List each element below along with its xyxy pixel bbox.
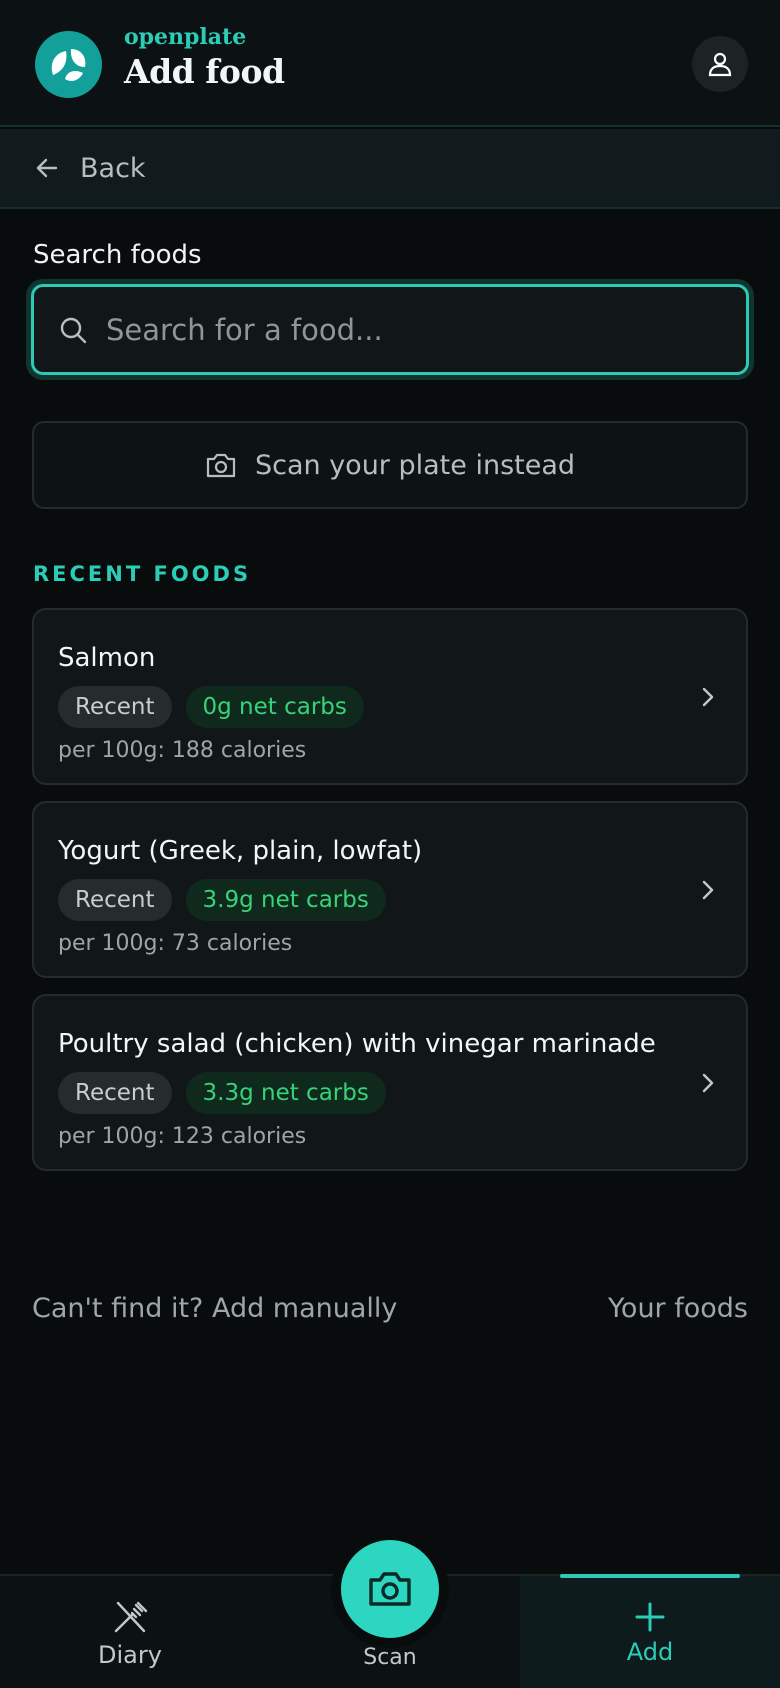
- food-name: Salmon: [58, 643, 156, 673]
- food-item-yogurt[interactable]: Yogurt (Greek, plain, lowfat) Recent 3.9…: [32, 801, 748, 978]
- profile-button[interactable]: [692, 36, 748, 92]
- nav-diary[interactable]: Diary: [0, 1576, 260, 1688]
- food-name: Yogurt (Greek, plain, lowfat): [58, 836, 423, 866]
- food-tags: Recent 3.9g net carbs: [58, 879, 656, 921]
- food-calories: per 100g: 73 calories: [58, 931, 293, 956]
- recent-badge: Recent: [58, 686, 172, 728]
- net-carbs-badge: 3.3g net carbs: [185, 1072, 386, 1114]
- brand-name: openplate: [124, 24, 247, 50]
- food-calories: per 100g: 123 calories: [58, 1124, 307, 1149]
- add-manually-link[interactable]: Can't find it? Add manually: [32, 1293, 397, 1324]
- recent-badge: Recent: [58, 1072, 172, 1114]
- net-carbs-badge: 0g net carbs: [185, 686, 364, 728]
- food-name: Poultry salad (chicken) with vinegar mar…: [58, 1029, 656, 1059]
- search-input[interactable]: [106, 299, 746, 360]
- user-icon: [708, 52, 732, 77]
- nav-add-label: Add: [626, 1638, 674, 1666]
- leaf-logo-icon: [35, 31, 102, 98]
- food-tags: Recent 0g net carbs: [58, 686, 656, 728]
- back-label: Back: [80, 152, 146, 184]
- recent-foods-title: RECENT FOODS: [33, 562, 252, 586]
- nav-scan-label: Scan: [363, 1645, 417, 1670]
- chevron-right-icon: [702, 1073, 714, 1092]
- search-icon: [60, 317, 87, 343]
- scan-plate-label: Scan your plate instead: [254, 449, 576, 481]
- your-foods-link[interactable]: Your foods: [608, 1293, 748, 1324]
- food-item-salmon[interactable]: Salmon Recent 0g net carbs per 100g: 188…: [32, 608, 748, 785]
- arrow-left-icon: [36, 158, 58, 178]
- nav-diary-label: Diary: [98, 1641, 162, 1669]
- search-label: Search foods: [33, 240, 202, 270]
- recent-badge: Recent: [58, 879, 172, 921]
- camera-icon: [369, 1572, 411, 1606]
- food-item-poultry-salad[interactable]: Poultry salad (chicken) with vinegar mar…: [32, 994, 748, 1171]
- back-button[interactable]: Back: [0, 129, 780, 209]
- net-carbs-badge: 3.9g net carbs: [185, 879, 386, 921]
- app-header: openplate Add food: [0, 0, 780, 127]
- food-calories: per 100g: 188 calories: [58, 738, 307, 763]
- fork-knife-icon: [114, 1601, 148, 1633]
- app-root: openplate Add food Back Search foods Sca…: [0, 0, 780, 1688]
- plus-icon: [635, 1602, 665, 1632]
- scan-plate-button[interactable]: Scan your plate instead: [32, 421, 748, 509]
- scan-fab-button[interactable]: [341, 1540, 439, 1638]
- page-title: Add food: [124, 52, 285, 91]
- active-tab-indicator: [560, 1574, 740, 1578]
- food-tags: Recent 3.3g net carbs: [58, 1072, 656, 1114]
- recent-foods-list: Salmon Recent 0g net carbs per 100g: 188…: [32, 608, 748, 1187]
- nav-add[interactable]: Add: [520, 1576, 780, 1688]
- camera-icon: [206, 453, 236, 478]
- chevron-right-icon: [702, 687, 714, 706]
- search-box[interactable]: [31, 284, 749, 375]
- chevron-right-icon: [702, 880, 714, 899]
